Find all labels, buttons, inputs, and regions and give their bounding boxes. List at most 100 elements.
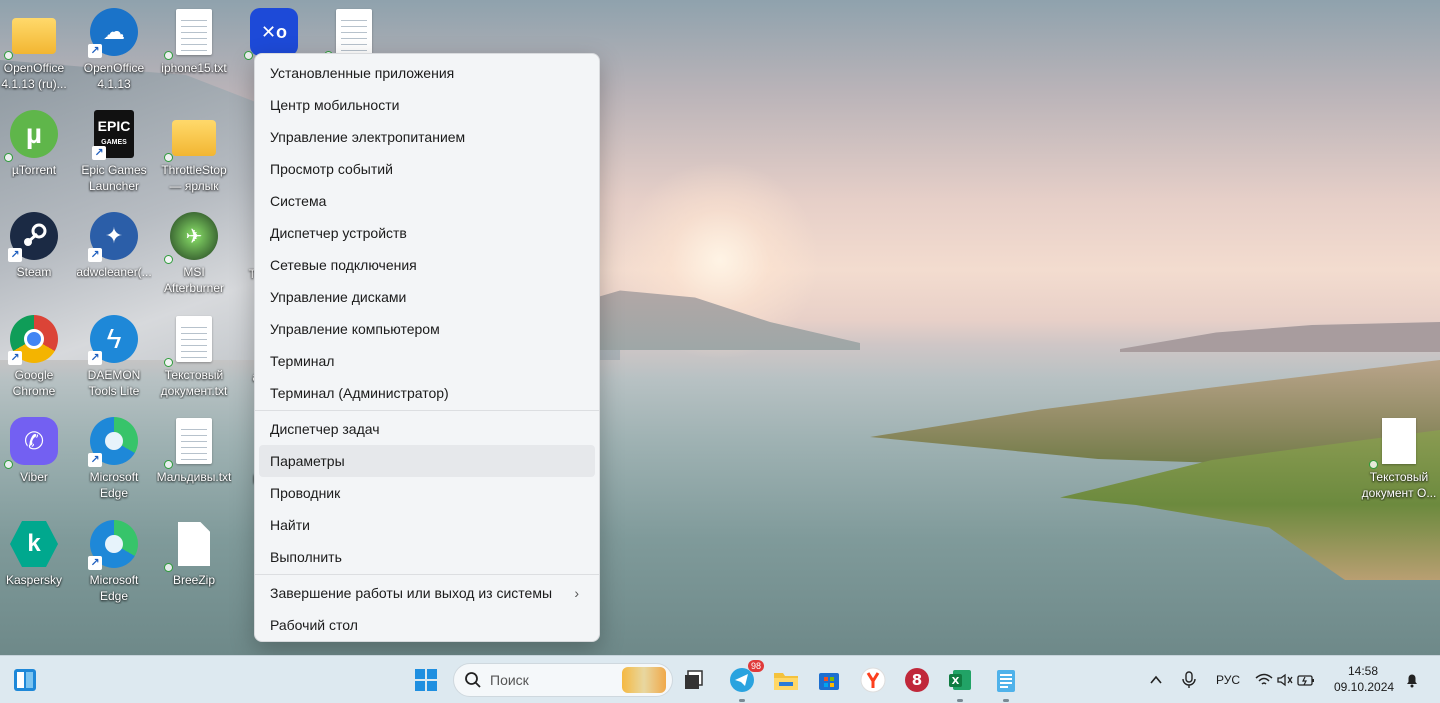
search-icon [465, 672, 481, 688]
microsoft-store-button[interactable] [813, 664, 845, 696]
desktop-icon-label: Google Chrome [12, 368, 56, 398]
menu-item-label: Диспетчер устройств [270, 225, 407, 241]
desktop-icon-daemon[interactable]: ϟ ↗ DAEMON Tools Lite [76, 309, 152, 405]
folder-icon [4, 8, 58, 60]
notifications-button[interactable] [1398, 664, 1426, 696]
menu-item-event-viewer[interactable]: Просмотр событий [259, 153, 595, 185]
text-file-icon [164, 8, 218, 60]
menu-item-desktop[interactable]: Рабочий стол [259, 609, 595, 641]
app-red-icon: 8 [905, 668, 929, 692]
menu-item-label: Завершение работы или выход из системы [270, 585, 553, 601]
desktop-icon-label: Epic Games Launcher [81, 163, 147, 193]
desktop-icon-label: Steam [16, 265, 52, 279]
yandex-browser-button[interactable] [857, 664, 889, 696]
task-view-button[interactable] [678, 664, 710, 696]
file-explorer-icon [774, 673, 798, 690]
winx-context-menu: Установленные приложения Центр мобильнос… [254, 53, 600, 642]
menu-item-computer-management[interactable]: Управление компьютером [259, 313, 595, 345]
desktop-icon-edge2[interactable]: ↗ Microsoft Edge [76, 514, 152, 610]
utorrent-icon: µ [4, 110, 58, 162]
desktop-icon-chrome[interactable]: ↗ Google Chrome [0, 309, 72, 405]
viber-icon: ✆ [4, 417, 58, 469]
menu-item-label: Терминал (Администратор) [270, 385, 449, 401]
task-view-icon [685, 670, 703, 689]
telegram-button[interactable]: 98 [726, 660, 764, 702]
edge-icon: ↗ [88, 417, 138, 467]
menu-item-terminal[interactable]: Терминал [259, 345, 595, 377]
menu-item-mobility-center[interactable]: Центр мобильности [259, 89, 595, 121]
chevron-right-icon: › [574, 585, 579, 601]
notepad-button[interactable] [990, 664, 1022, 702]
menu-item-power-options[interactable]: Управление электропитанием [259, 121, 595, 153]
menu-item-installed-apps[interactable]: Установленные приложения [259, 57, 595, 89]
file-explorer-button[interactable] [770, 664, 802, 696]
chrome-icon: ↗ [8, 315, 58, 365]
widgets-button[interactable] [9, 664, 41, 696]
volume-muted-icon [1277, 673, 1293, 687]
menu-item-file-explorer[interactable]: Проводник [259, 477, 595, 509]
microphone-icon [1182, 671, 1196, 688]
desktop-icon-label: Microsoft Edge [89, 573, 139, 603]
svg-text:X: X [952, 676, 960, 687]
taskbar: 98 8 X РУС 14:58 09.10.2024 [0, 655, 1440, 703]
menu-item-task-manager[interactable]: Диспетчер задач [259, 413, 595, 445]
menu-item-terminal-admin[interactable]: Терминал (Администратор) [259, 377, 595, 409]
excel-button[interactable]: X [944, 664, 976, 702]
desktop-icon-viber[interactable]: ✆ Viber [0, 411, 72, 507]
desktop-icon-kaspersky[interactable]: k Kaspersky [0, 514, 72, 610]
desktop-icon-openoffice[interactable]: ☁ ↗ OpenOffice 4.1.13 [76, 2, 152, 98]
notepad-icon [997, 670, 1015, 692]
menu-item-system[interactable]: Система [259, 185, 595, 217]
xo-app-icon: ✕o [244, 8, 298, 60]
desktop-icon-steam[interactable]: ↗ Steam [0, 206, 72, 302]
yandex-browser-icon [860, 667, 886, 693]
daemon-tools-icon: ϟ ↗ [88, 315, 138, 365]
taskbar-search[interactable] [453, 663, 673, 697]
desktop-icon-textdoc[interactable]: Текстовый документ.txt [156, 309, 232, 405]
desktop-icon-epic[interactable]: EPIC GAMES ↗ Epic Games Launcher [76, 104, 152, 200]
desktop-icon-utorrent[interactable]: µ µTorrent [0, 104, 72, 200]
start-button[interactable] [410, 664, 442, 696]
desktop-icon-iphone15[interactable]: iphone15.txt [156, 2, 232, 98]
notification-bell-icon [1407, 674, 1417, 688]
language-indicator[interactable]: РУС [1216, 673, 1240, 687]
menu-item-device-manager[interactable]: Диспетчер устройств [259, 217, 595, 249]
openoffice-icon: ☁ ↗ [88, 8, 138, 58]
epic-games-icon: EPIC GAMES ↗ [92, 110, 134, 160]
clock[interactable]: 14:58 09.10.2024 [1334, 663, 1395, 695]
desktop-icon-label: Kaspersky [5, 573, 63, 587]
clock-date: 09.10.2024 [1334, 680, 1395, 694]
menu-item-run[interactable]: Выполнить [259, 541, 595, 573]
menu-item-disk-management[interactable]: Управление дисками [259, 281, 595, 313]
desktop-icon-edge1[interactable]: ↗ Microsoft Edge [76, 411, 152, 507]
menu-separator [255, 574, 599, 575]
folder-icon [164, 110, 218, 162]
menu-item-label: Установленные приложения [270, 65, 455, 81]
desktop-icon-adwcleaner[interactable]: ✦ ↗ adwcleaner(... [76, 206, 152, 302]
desktop-icon-throttlestop[interactable]: ThrottleStop — ярлык [156, 104, 232, 200]
quick-settings-button[interactable] [1252, 664, 1318, 696]
desktop-icon-textdoc-right[interactable]: Текстовый документ О... [1361, 411, 1437, 507]
app-red-button[interactable]: 8 [901, 664, 933, 696]
desktop-icon-maldives[interactable]: Мальдивы.txt [156, 411, 232, 507]
microphone-button[interactable] [1175, 664, 1203, 696]
text-file-icon [1369, 417, 1423, 469]
desktop-icon-breezip[interactable]: BreeZip [156, 514, 232, 610]
menu-item-search[interactable]: Найти [259, 509, 595, 541]
menu-item-settings[interactable]: Параметры [259, 445, 595, 477]
menu-item-network-connections[interactable]: Сетевые подключения [259, 249, 595, 281]
desktop-icon-openoffice-ru[interactable]: OpenOffice 4.1.13 (ru)... [0, 2, 72, 98]
desktop-icon-label: OpenOffice 4.1.13 [83, 61, 145, 91]
desktop-icon-msi[interactable]: ✈ MSI Afterburner [156, 206, 232, 302]
desktop-icon-label: µTorrent [11, 163, 57, 177]
menu-item-label: Центр мобильности [270, 97, 400, 113]
search-input[interactable] [490, 672, 610, 688]
notification-badge: 98 [747, 660, 764, 672]
kaspersky-icon: k [10, 520, 58, 568]
show-hidden-icons-button[interactable] [1142, 664, 1170, 696]
chevron-up-icon [1150, 675, 1162, 684]
menu-item-label: Система [270, 193, 327, 209]
adwcleaner-icon: ✦ ↗ [88, 212, 138, 262]
menu-item-shutdown-signout[interactable]: Завершение работы или выход из системы › [259, 577, 595, 609]
running-indicator [957, 699, 963, 702]
